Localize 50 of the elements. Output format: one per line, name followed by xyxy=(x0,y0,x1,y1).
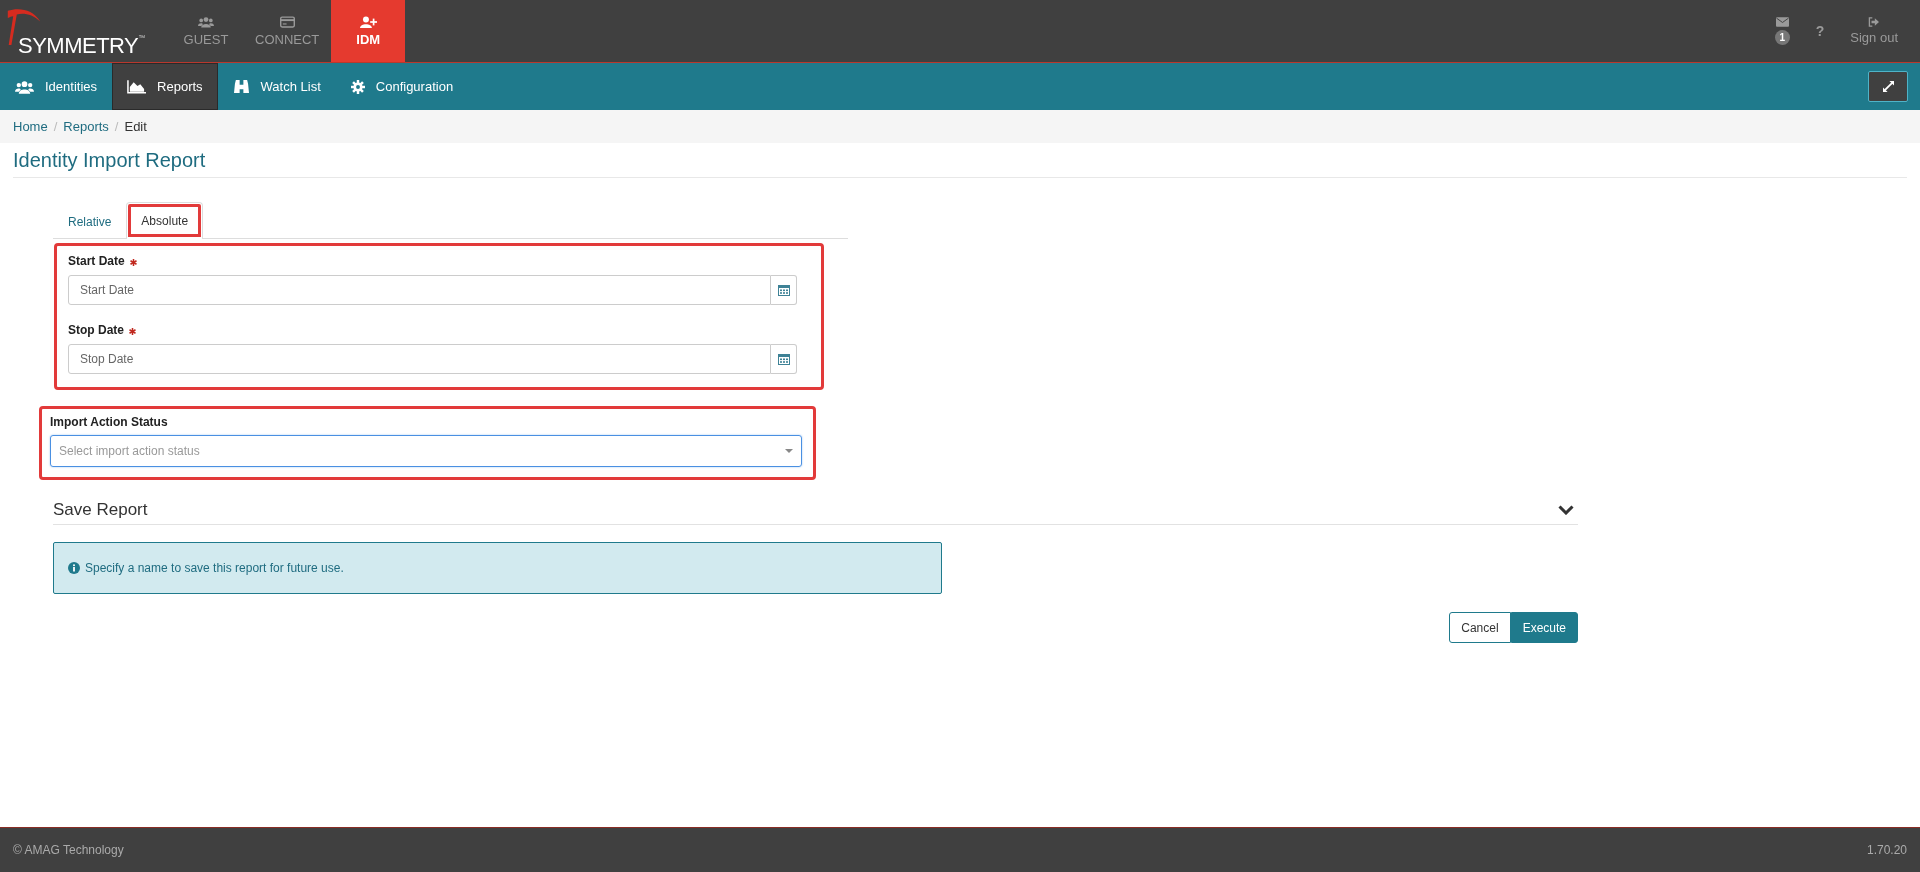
menu-item[interactable]: Reports xyxy=(112,63,218,110)
messages-button[interactable]: 1 xyxy=(1774,17,1790,45)
field-label: Stop Date xyxy=(68,323,124,337)
breadcrumb-link[interactable]: Home xyxy=(13,119,48,134)
cancel-button[interactable]: Cancel xyxy=(1449,612,1511,643)
date-input[interactable]: Start Date xyxy=(68,275,771,305)
message-count-badge: 1 xyxy=(1774,30,1790,45)
help-button[interactable]: ? xyxy=(1807,23,1833,39)
alert-text: Specify a name to save this report for future use. xyxy=(85,561,344,575)
menu-item[interactable]: Watch List xyxy=(217,63,336,110)
caret-icon xyxy=(785,449,793,453)
gear-icon xyxy=(350,79,365,94)
info-icon xyxy=(68,562,80,574)
app-tab[interactable]: CONNECT xyxy=(243,0,332,62)
breadcrumb-current: Edit xyxy=(124,119,147,134)
app-tab[interactable]: GUEST xyxy=(169,0,243,62)
sign-out-icon xyxy=(1868,17,1881,27)
menu-item[interactable]: Configuration xyxy=(335,63,469,110)
expand-icon xyxy=(1882,81,1894,92)
chevron-down-icon[interactable] xyxy=(1558,505,1574,515)
version-text: 1.70.20 xyxy=(1866,843,1907,857)
field-label: Import Action Status xyxy=(50,415,169,429)
date-input[interactable]: Stop Date xyxy=(68,344,771,374)
fullscreen-button[interactable] xyxy=(1868,71,1908,102)
group-icon xyxy=(15,79,34,94)
page-title: Identity Import Report xyxy=(13,149,1907,178)
breadcrumb-link[interactable]: Reports xyxy=(63,119,109,134)
section-title: Save Report xyxy=(53,500,148,520)
tab[interactable]: Absolute xyxy=(126,202,204,239)
breadcrumb-separator: / xyxy=(114,119,119,134)
status-select[interactable]: Select import action status xyxy=(50,435,802,467)
calendar-icon xyxy=(777,284,790,296)
field-label: Start Date xyxy=(68,254,125,268)
binoculars-icon xyxy=(232,79,250,94)
breadcrumb-separator: / xyxy=(53,119,58,134)
app-tab[interactable]: IDM xyxy=(331,0,406,62)
calendar-button[interactable] xyxy=(771,344,797,374)
execute-button[interactable]: Execute xyxy=(1510,612,1578,643)
tab[interactable]: Relative xyxy=(53,203,127,239)
group-icon xyxy=(198,15,214,28)
logo-text: SYMMETRY xyxy=(18,35,139,57)
mail-icon xyxy=(1775,17,1789,27)
card-icon xyxy=(279,15,295,28)
calendar-button[interactable] xyxy=(771,275,797,305)
area-chart-icon xyxy=(127,79,147,94)
menu-item[interactable]: Identities xyxy=(0,63,113,110)
sign-out-button[interactable]: Sign out xyxy=(1850,17,1898,45)
user-plus-icon xyxy=(359,15,377,28)
calendar-icon xyxy=(777,353,790,365)
copyright-text: © AMAG Technology xyxy=(13,843,124,857)
